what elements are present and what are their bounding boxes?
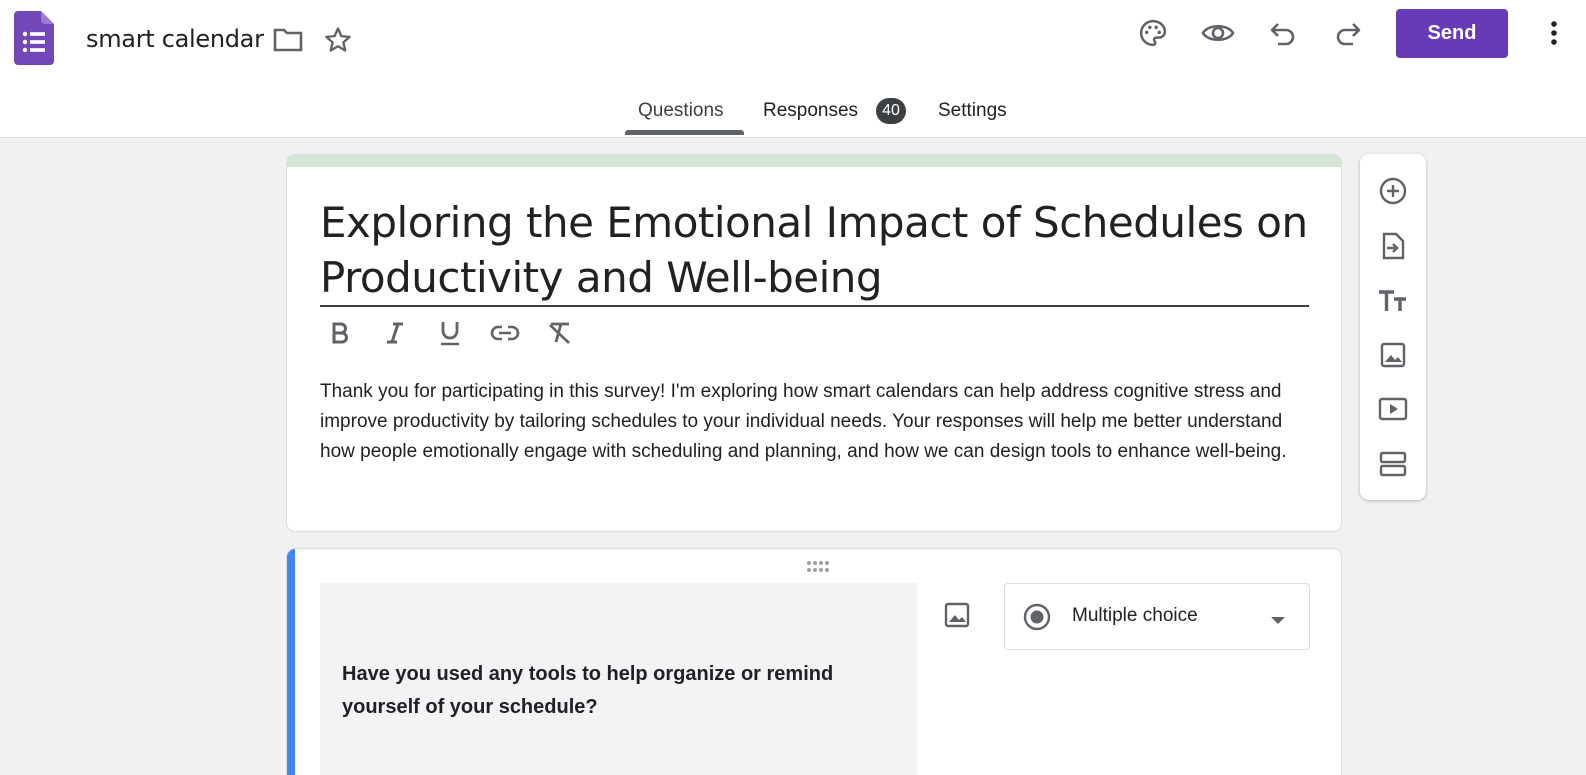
theme-color-band [287, 155, 1341, 167]
italic-icon[interactable] [375, 313, 415, 353]
forms-logo-icon[interactable] [14, 11, 54, 65]
title-underline [320, 305, 1309, 307]
link-icon[interactable] [485, 313, 525, 353]
top-header: smart calendar Send Questions Responses … [0, 0, 1586, 138]
form-description-input[interactable]: Thank you for participating in this surv… [320, 377, 1310, 467]
question-title-box[interactable]: Have you used any tools to help organize… [320, 583, 917, 775]
chevron-down-icon [1271, 612, 1285, 630]
add-image-icon[interactable] [1373, 335, 1413, 375]
add-title-icon[interactable] [1373, 281, 1413, 321]
tab-settings[interactable]: Settings [938, 100, 1007, 122]
document-title[interactable]: smart calendar [86, 25, 264, 53]
more-vert-icon[interactable] [1534, 13, 1574, 53]
redo-icon[interactable] [1328, 13, 1368, 53]
send-button[interactable]: Send [1396, 9, 1508, 58]
star-icon[interactable] [318, 20, 358, 60]
import-questions-icon[interactable] [1373, 226, 1413, 266]
form-title-input[interactable]: Exploring the Emotional Impact of Schedu… [320, 195, 1320, 305]
drag-handle-icon[interactable] [805, 559, 829, 575]
tab-responses[interactable]: Responses [763, 100, 858, 122]
add-video-icon[interactable] [1373, 389, 1413, 429]
question-type-dropdown[interactable]: Multiple choice [1004, 583, 1310, 650]
radio-button-icon [1023, 603, 1051, 636]
bold-icon[interactable] [320, 313, 360, 353]
responses-count-badge: 40 [876, 98, 906, 124]
add-question-image-icon[interactable] [937, 595, 977, 635]
floating-toolbar [1360, 154, 1426, 500]
form-header-card: Exploring the Emotional Impact of Schedu… [286, 154, 1342, 532]
question-card[interactable]: Have you used any tools to help organize… [286, 548, 1342, 775]
tab-bar: Questions Responses 40 Settings [0, 96, 1586, 138]
tab-questions[interactable]: Questions [638, 100, 724, 122]
preview-eye-icon[interactable] [1198, 13, 1238, 53]
question-type-label: Multiple choice [1072, 605, 1198, 626]
clear-format-icon[interactable] [540, 313, 580, 353]
palette-icon[interactable] [1133, 13, 1173, 53]
undo-icon[interactable] [1263, 13, 1303, 53]
folder-icon[interactable] [268, 20, 308, 60]
underline-icon[interactable] [430, 313, 470, 353]
add-question-icon[interactable] [1373, 171, 1413, 211]
active-tab-indicator [625, 130, 744, 135]
active-question-bar [287, 549, 295, 775]
add-section-icon[interactable] [1373, 444, 1413, 484]
question-title-input[interactable]: Have you used any tools to help organize… [342, 658, 882, 724]
